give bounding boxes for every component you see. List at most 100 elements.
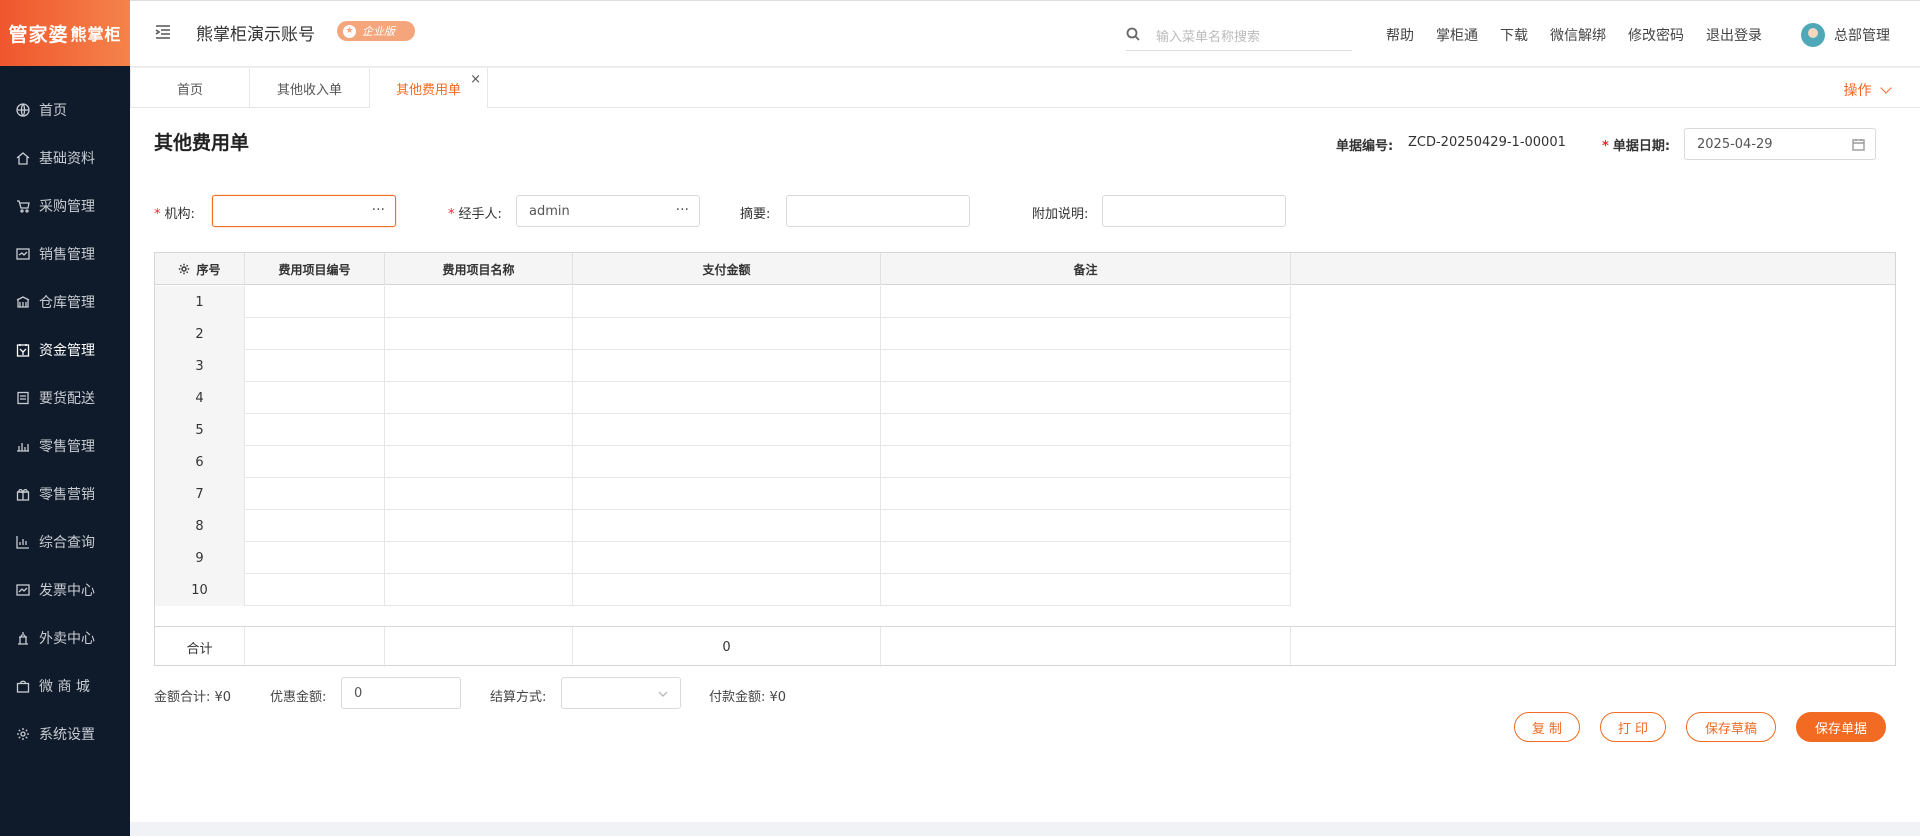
- logout-link[interactable]: 退出登录: [1706, 25, 1762, 45]
- table-cell[interactable]: [245, 510, 385, 542]
- table-cell[interactable]: [385, 574, 573, 606]
- sidebar-item-takeout[interactable]: 外卖中心: [0, 614, 130, 662]
- discount-input[interactable]: 0: [341, 677, 461, 709]
- table-cell[interactable]: [385, 318, 573, 350]
- change-password-link[interactable]: 修改密码: [1628, 25, 1684, 45]
- date-picker[interactable]: 2025-04-29: [1684, 128, 1876, 160]
- sidebar-item-marketing[interactable]: 零售营销: [0, 470, 130, 518]
- table-cell[interactable]: [881, 446, 1291, 478]
- table-cell[interactable]: [881, 478, 1291, 510]
- tab-other-expense[interactable]: 其他费用单 ×: [370, 68, 488, 108]
- table-cell[interactable]: [881, 350, 1291, 382]
- table-cell: [881, 627, 1291, 667]
- table-cell[interactable]: [245, 350, 385, 382]
- note-input[interactable]: [1102, 195, 1286, 227]
- sales-icon: [16, 247, 30, 261]
- row-index: 9: [155, 542, 245, 574]
- tab-other-income[interactable]: 其他收入单: [250, 68, 370, 108]
- table-cell[interactable]: [881, 286, 1291, 318]
- table-row: 2: [155, 318, 1291, 350]
- table-cell[interactable]: [385, 478, 573, 510]
- table-cell[interactable]: [385, 382, 573, 414]
- search-input[interactable]: [1156, 23, 1352, 51]
- row-index: 3: [155, 350, 245, 382]
- help-link[interactable]: 帮助: [1386, 25, 1414, 45]
- close-icon[interactable]: ×: [470, 72, 481, 87]
- table-cell[interactable]: [385, 286, 573, 318]
- table-cell[interactable]: [385, 350, 573, 382]
- table-row: 9: [155, 542, 1291, 574]
- table-cell[interactable]: [881, 542, 1291, 574]
- user-menu[interactable]: 总部管理: [1801, 23, 1890, 47]
- sidebar-item-funds[interactable]: 资金管理: [0, 326, 130, 374]
- more-icon[interactable]: ···: [372, 202, 385, 218]
- operations-dropdown[interactable]: 操作: [1844, 80, 1892, 100]
- print-button[interactable]: 打 印: [1600, 712, 1666, 742]
- table-cell[interactable]: [245, 318, 385, 350]
- table-cell[interactable]: [245, 574, 385, 606]
- table-cell[interactable]: [385, 414, 573, 446]
- delivery-icon: [16, 391, 30, 405]
- table-cell[interactable]: [385, 542, 573, 574]
- more-icon[interactable]: ···: [676, 202, 689, 218]
- table-cell[interactable]: [385, 510, 573, 542]
- zhangguitong-link[interactable]: 掌柜通: [1436, 25, 1478, 45]
- tab-label: 其他费用单: [395, 82, 461, 98]
- sidebar-item-basic-data[interactable]: 基础资料: [0, 134, 130, 182]
- sidebar-item-warehouse[interactable]: 仓库管理: [0, 278, 130, 326]
- sidebar-item-retail[interactable]: 零售管理: [0, 422, 130, 470]
- column-header-amount: 支付金额: [573, 253, 881, 285]
- page-title: 其他费用单: [154, 132, 250, 154]
- table-cell[interactable]: [881, 414, 1291, 446]
- table-cell[interactable]: [881, 574, 1291, 606]
- sidebar-item-label: 外卖中心: [39, 631, 95, 647]
- sidebar-item-delivery[interactable]: 要货配送: [0, 374, 130, 422]
- sidebar-item-query[interactable]: 综合查询: [0, 518, 130, 566]
- table-cell[interactable]: [881, 382, 1291, 414]
- table-cell[interactable]: [573, 574, 881, 606]
- sidebar-item-purchase[interactable]: 采购管理: [0, 182, 130, 230]
- sidebar-item-sales[interactable]: 销售管理: [0, 230, 130, 278]
- chart-icon: [16, 535, 30, 549]
- total-label: 合计: [155, 627, 245, 667]
- org-field[interactable]: ···: [212, 195, 396, 227]
- table-cell[interactable]: [245, 382, 385, 414]
- table-cell[interactable]: [573, 286, 881, 318]
- table-cell[interactable]: [573, 510, 881, 542]
- main-content: 其他费用单 单据编号: ZCD-20250429-1-00001 * 单据日期: …: [130, 108, 1920, 822]
- table-cell[interactable]: [385, 446, 573, 478]
- logo: 管家婆 熊掌柜: [0, 0, 130, 66]
- sidebar-item-mall[interactable]: 微 商 城: [0, 662, 130, 710]
- table-cell[interactable]: [573, 542, 881, 574]
- download-link[interactable]: 下载: [1500, 25, 1528, 45]
- copy-button[interactable]: 复 制: [1514, 712, 1580, 742]
- takeout-icon: [16, 631, 30, 645]
- table-cell[interactable]: [245, 286, 385, 318]
- chevron-down-icon: [658, 691, 668, 697]
- table-cell[interactable]: [245, 446, 385, 478]
- table-cell[interactable]: [881, 510, 1291, 542]
- wechat-unbind-link[interactable]: 微信解绑: [1550, 25, 1606, 45]
- table-cell[interactable]: [573, 446, 881, 478]
- amount-total-value: ¥0: [214, 690, 232, 705]
- table-cell[interactable]: [573, 478, 881, 510]
- table-cell[interactable]: [245, 414, 385, 446]
- save-document-button[interactable]: 保存单据: [1796, 712, 1886, 742]
- sidebar-item-invoice[interactable]: 发票中心: [0, 566, 130, 614]
- summary-input[interactable]: [786, 195, 970, 227]
- table-cell[interactable]: [245, 542, 385, 574]
- gear-icon[interactable]: [178, 263, 190, 275]
- table-cell[interactable]: [881, 318, 1291, 350]
- tab-home[interactable]: 首页: [130, 68, 250, 108]
- table-cell[interactable]: [573, 414, 881, 446]
- table-cell[interactable]: [245, 478, 385, 510]
- menu-fold-icon[interactable]: [154, 23, 172, 41]
- table-cell[interactable]: [573, 350, 881, 382]
- sidebar-item-home[interactable]: 首页: [0, 86, 130, 134]
- table-cell[interactable]: [573, 382, 881, 414]
- settle-select[interactable]: [561, 677, 681, 709]
- sidebar-item-settings[interactable]: 系统设置: [0, 710, 130, 758]
- save-draft-button[interactable]: 保存草稿: [1686, 712, 1776, 742]
- handler-field[interactable]: admin ···: [516, 195, 700, 227]
- table-cell[interactable]: [573, 318, 881, 350]
